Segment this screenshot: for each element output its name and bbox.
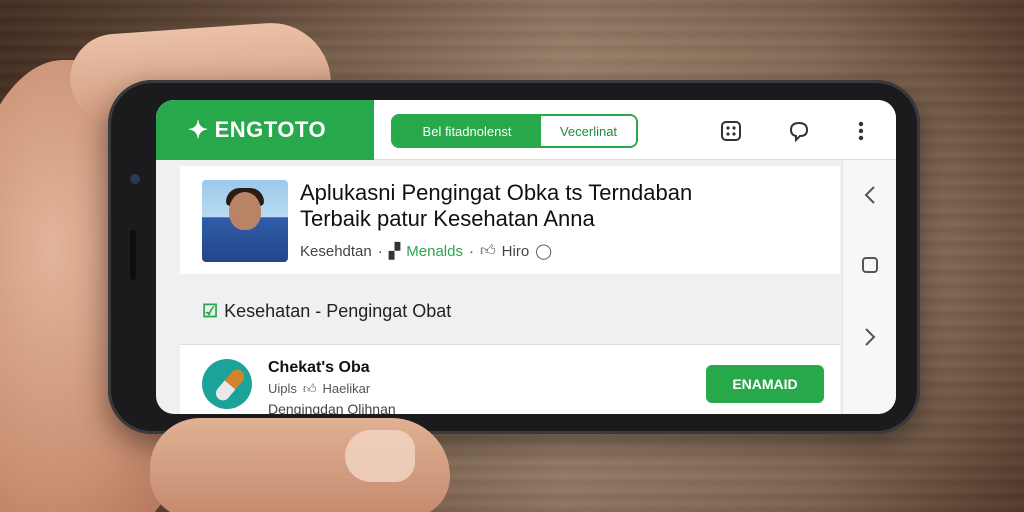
article-meta: Kesehdtan · ▞ Menalds · 👍︎ Hiro ◯ [300, 242, 552, 260]
meta-category: Kesehdtan [300, 242, 372, 260]
brand-logo[interactable]: ✦ ENGTOTO [156, 100, 374, 160]
article-card[interactable]: Aplukasni Pengingat Obka ts Terndaban Te… [180, 166, 840, 274]
forward-chevron-icon[interactable] [857, 324, 883, 350]
install-button[interactable]: ENAMAID [706, 365, 824, 403]
app-description: Dengingdan Olihnan [268, 401, 396, 414]
square-icon[interactable] [857, 252, 883, 278]
chat-bubble-icon[interactable] [786, 118, 812, 144]
meta-extra: Hiro [501, 242, 530, 260]
app-listing[interactable]: Chekat's Oba Uipls 👍︎ Haelikar Dengingda… [180, 344, 840, 414]
app-subinfo: Uipls 👍︎ Haelikar [268, 381, 371, 396]
category-label: Kesehatan - Pengingat Obat [224, 300, 452, 321]
back-chevron-icon[interactable] [857, 182, 883, 208]
pill-app-icon [202, 359, 252, 409]
grid-icon[interactable] [718, 118, 744, 144]
more-vertical-icon[interactable] [848, 118, 874, 144]
finger-nail [345, 430, 415, 482]
front-camera [130, 174, 140, 184]
side-navigation [842, 160, 896, 414]
circle-badge-icon: ◯ [535, 243, 552, 260]
leaf-logo-icon: ✦ [188, 116, 209, 144]
article-thumbnail [202, 180, 288, 262]
segment-primary[interactable]: Bel fitadnolenst [393, 116, 541, 146]
smartphone: ✦ ENGTOTO Bel fitadnolenst Vecerlinat Ap… [108, 80, 920, 434]
like-icon: 👍︎ [302, 381, 317, 396]
segmented-control: Bel fitadnolenst Vecerlinat [391, 114, 638, 148]
speaker-slot [130, 230, 136, 280]
phone-screen: ✦ ENGTOTO Bel fitadnolenst Vecerlinat Ap… [156, 100, 896, 414]
tag-icon: ▞ [388, 243, 401, 260]
app-name: Chekat's Oba [268, 359, 370, 376]
segment-secondary[interactable]: Vecerlinat [541, 116, 636, 146]
meta-tag[interactable]: Menalds [406, 243, 463, 260]
thumbs-up-icon: 👍︎ [479, 242, 496, 259]
category-row[interactable]: ☑ Kesehatan - Pengingat Obat [180, 288, 840, 334]
article-title[interactable]: Aplukasni Pengingat Obka ts Terndaban Te… [300, 180, 820, 232]
brand-name: ENGTOTO [214, 117, 327, 142]
top-bar: ✦ ENGTOTO Bel fitadnolenst Vecerlinat [156, 100, 896, 160]
checkbox-icon: ☑ [202, 300, 219, 321]
